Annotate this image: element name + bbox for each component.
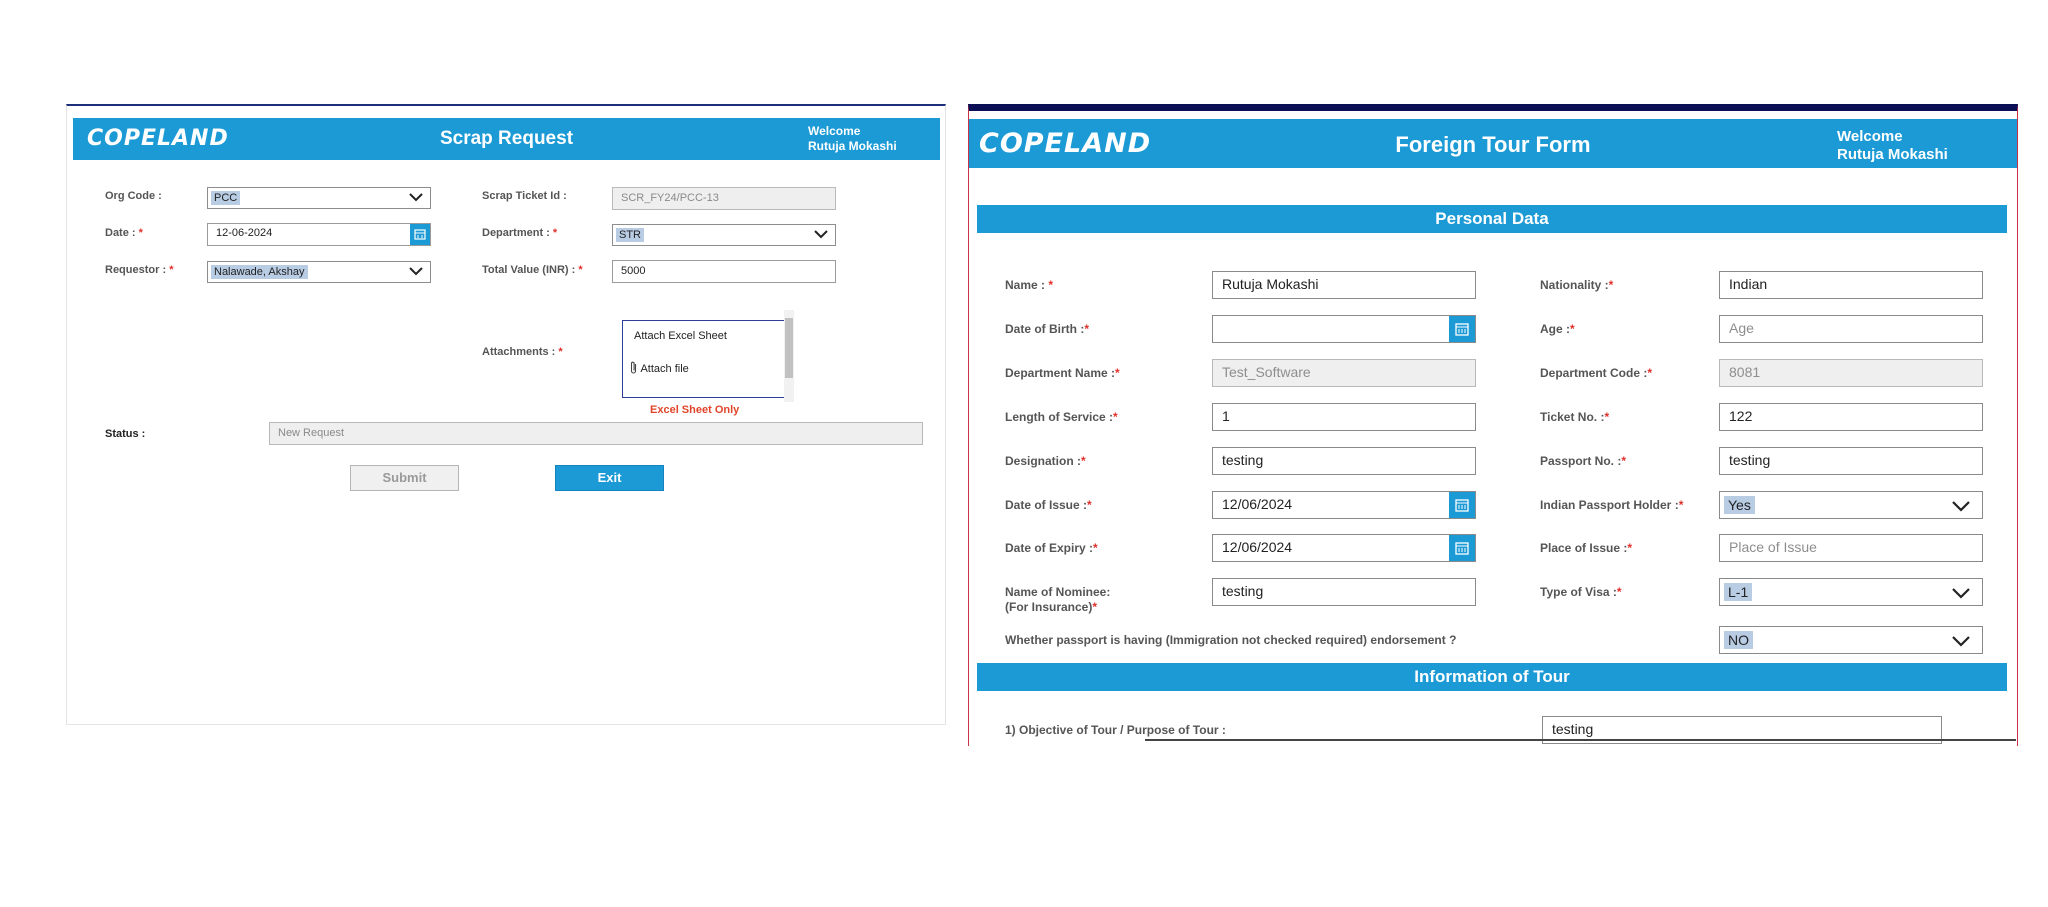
date-of-expiry-input[interactable]: 12/06/2024 <box>1212 534 1476 562</box>
calendar-icon <box>1455 499 1469 512</box>
nationality-label: Nationality :* <box>1540 278 1614 292</box>
type-of-visa-value: L-1 <box>1724 583 1753 601</box>
tour-header-bar: COPELAND Foreign Tour Form Welcome Rutuj… <box>969 119 2017 168</box>
place-of-issue-label: Place of Issue :* <box>1540 541 1633 555</box>
calendar-button[interactable] <box>410 224 430 245</box>
chevron-down-icon <box>409 267 423 276</box>
dob-label: Date of Birth :* <box>1005 322 1090 336</box>
user-name: Rutuja Mokashi <box>808 139 897 153</box>
name-input[interactable]: Rutuja Mokashi <box>1212 271 1476 299</box>
date-of-expiry-value: 12/06/2024 <box>1222 539 1293 555</box>
endorsement-question: Whether passport is having (Immigration … <box>1005 633 1457 647</box>
foreign-tour-window: COPELAND Foreign Tour Form Welcome Rutuj… <box>968 104 2018 746</box>
information-of-tour-header: Information of Tour <box>977 663 2007 691</box>
endorsement-select[interactable]: NO <box>1719 626 1983 654</box>
scrap-ticket-label: Scrap Ticket Id : <box>482 190 567 202</box>
attach-file-label: Attach file <box>640 363 689 375</box>
requestor-select[interactable]: Nalawade, Akshay <box>207 261 431 283</box>
indian-passport-holder-select[interactable]: Yes <box>1719 491 1983 519</box>
exit-button[interactable]: Exit <box>555 465 664 491</box>
chevron-down-icon <box>1952 636 1970 647</box>
org-code-label: Org Code : <box>105 190 162 202</box>
date-of-issue-input[interactable]: 12/06/2024 <box>1212 491 1476 519</box>
submit-button[interactable]: Submit <box>350 465 459 491</box>
calendar-button[interactable] <box>1449 316 1475 342</box>
ticket-no-input[interactable]: 122 <box>1719 403 1983 431</box>
date-of-issue-value: 12/06/2024 <box>1222 496 1293 512</box>
place-of-issue-input[interactable]: Place of Issue <box>1719 534 1983 562</box>
calendar-icon <box>414 229 426 240</box>
type-of-visa-label: Type of Visa :* <box>1540 585 1622 599</box>
org-code-value: PCC <box>211 191 241 205</box>
welcome-label: Welcome <box>808 124 861 138</box>
indian-passport-holder-label: Indian Passport Holder :* <box>1540 498 1684 512</box>
calendar-icon <box>1455 323 1469 336</box>
scrollbar-thumb[interactable] <box>785 318 793 378</box>
attach-excel-link[interactable]: Attach Excel Sheet <box>634 330 727 342</box>
requestor-value: Nalawade, Akshay <box>211 265 308 279</box>
total-value-input[interactable]: 5000 <box>612 260 836 283</box>
status-input[interactable]: New Request <box>269 422 923 445</box>
excel-only-note: Excel Sheet Only <box>650 404 740 416</box>
user-name: Rutuja Mokashi <box>1837 146 1948 163</box>
date-value: 12-06-2024 <box>216 227 273 239</box>
department-code-input[interactable]: 8081 <box>1719 359 1983 387</box>
designation-input[interactable]: testing <box>1212 447 1476 475</box>
date-label: Date : * <box>105 227 143 239</box>
department-code-label: Department Code :* <box>1540 366 1653 380</box>
calendar-icon <box>1455 542 1469 555</box>
age-label: Age :* <box>1540 322 1575 336</box>
scrap-header-bar: COPELAND Scrap Request Welcome Rutuja Mo… <box>73 118 940 160</box>
attach-file-button[interactable]: Attach file <box>629 361 689 375</box>
welcome-label: Welcome <box>1837 128 1903 145</box>
passport-no-label: Passport No. :* <box>1540 454 1627 468</box>
attachments-box: Attach Excel Sheet Attach file <box>622 320 788 398</box>
attachments-label: Attachments : * <box>482 346 563 358</box>
department-name-label: Department Name :* <box>1005 366 1120 380</box>
chevron-down-icon <box>814 230 828 239</box>
personal-data-header: Personal Data <box>977 205 2007 233</box>
designation-label: Designation :* <box>1005 454 1086 468</box>
scrap-ticket-input[interactable]: SCR_FY24/PCC-13 <box>612 187 836 210</box>
welcome-block: Welcome Rutuja Mokashi <box>1837 128 1948 164</box>
calendar-button[interactable] <box>1449 535 1475 561</box>
nominee-input[interactable]: testing <box>1212 578 1476 606</box>
name-label: Name : * <box>1005 278 1054 292</box>
objective-label: 1) Objective of Tour / Purpose of Tour : <box>1005 723 1226 737</box>
date-of-issue-label: Date of Issue :* <box>1005 498 1092 512</box>
endorsement-value: NO <box>1724 631 1753 649</box>
status-label: Status : <box>105 428 146 440</box>
length-of-service-label: Length of Service :* <box>1005 410 1118 424</box>
org-code-select[interactable]: PCC <box>207 187 431 209</box>
date-input[interactable]: 12-06-2024 <box>207 223 431 246</box>
total-value-label: Total Value (INR) : * <box>482 264 583 276</box>
department-label: Department : * <box>482 227 558 239</box>
chevron-down-icon <box>1952 501 1970 512</box>
window-bottom-edge <box>1145 739 2016 741</box>
dob-input[interactable] <box>1212 315 1476 343</box>
passport-no-input[interactable]: testing <box>1719 447 1983 475</box>
department-name-input[interactable]: Test_Software <box>1212 359 1476 387</box>
type-of-visa-select[interactable]: L-1 <box>1719 578 1983 606</box>
department-value: STR <box>616 228 644 242</box>
nationality-input[interactable]: Indian <box>1719 271 1983 299</box>
requestor-label: Requestor : * <box>105 264 174 276</box>
chevron-down-icon <box>409 193 423 202</box>
age-input[interactable]: Age <box>1719 315 1983 343</box>
scrap-request-window: COPELAND Scrap Request Welcome Rutuja Mo… <box>66 104 946 725</box>
department-select[interactable]: STR <box>612 224 836 246</box>
date-of-expiry-label: Date of Expiry :* <box>1005 541 1098 555</box>
length-of-service-input[interactable]: 1 <box>1212 403 1476 431</box>
chevron-down-icon <box>1952 588 1970 599</box>
indian-passport-holder-value: Yes <box>1724 496 1755 514</box>
nominee-label: Name of Nominee: (For Insurance)* <box>1005 585 1111 614</box>
attachments-scrollbar[interactable] <box>784 310 794 402</box>
ticket-no-label: Ticket No. :* <box>1540 410 1610 424</box>
paperclip-icon <box>630 361 637 374</box>
welcome-block: Welcome Rutuja Mokashi <box>808 124 897 154</box>
calendar-button[interactable] <box>1449 492 1475 518</box>
